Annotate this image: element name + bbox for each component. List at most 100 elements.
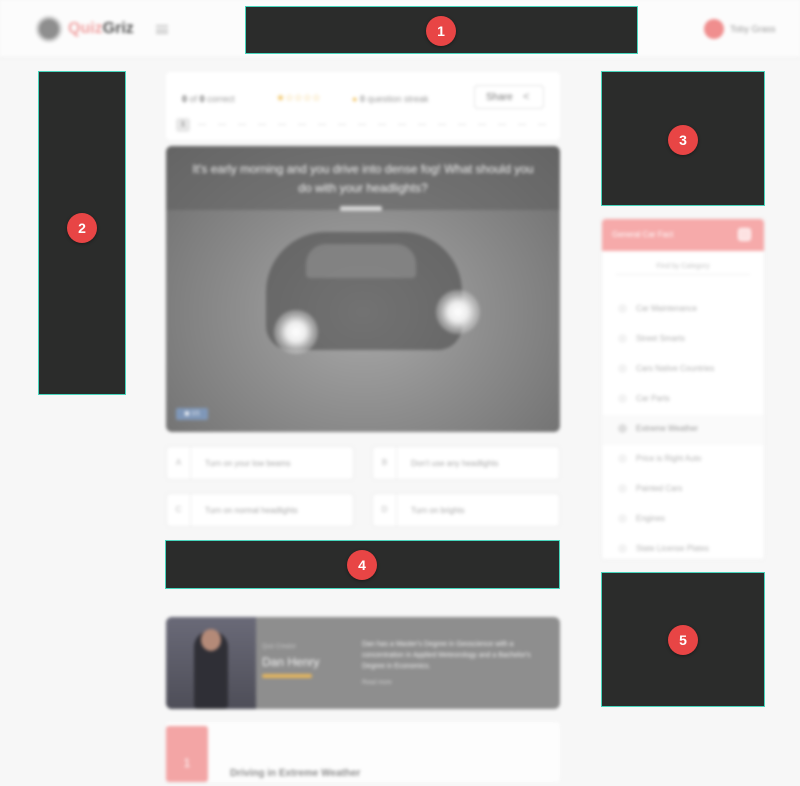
category-item[interactable]: Street Smarts — [602, 325, 764, 355]
progress-step — [238, 124, 246, 125]
article-badge: 1 — [166, 726, 208, 782]
progress-step — [518, 124, 526, 125]
score-text: 0 of 0 correct — [182, 94, 235, 104]
user-avatar[interactable] — [704, 19, 724, 39]
category-label: Engines — [636, 514, 665, 523]
progress-step — [258, 124, 266, 125]
category-label: Car Parts — [636, 394, 670, 403]
progress-step — [538, 124, 546, 125]
question-text: It's early morning and you drive into de… — [192, 162, 534, 195]
headlight-left — [274, 310, 318, 354]
user-name[interactable]: Toby Grass — [730, 24, 776, 34]
question-streak: ● 0 question streak — [352, 94, 429, 104]
score-total: 0 — [199, 94, 205, 104]
question-learn-more[interactable] — [340, 206, 382, 211]
score-of: of — [189, 94, 198, 104]
category-header: General Car Fact — [602, 219, 764, 251]
progress-step — [358, 124, 366, 125]
author-accent-bar — [262, 674, 312, 678]
category-label: Car Maintenance — [636, 304, 697, 313]
progress-step — [398, 124, 406, 125]
car-windshield — [306, 244, 416, 278]
category-label: Street Smarts — [636, 334, 685, 343]
share-icon: < — [523, 91, 530, 103]
progress-step — [198, 124, 206, 125]
answer-text: Turn on brights — [411, 506, 465, 515]
share-button[interactable]: Share < — [474, 85, 544, 109]
redaction-marker-3: 3 — [668, 125, 698, 155]
logo-wordmark[interactable]: QuizGriz — [68, 20, 134, 38]
category-label: Painted Cars — [636, 484, 683, 493]
progress-step — [378, 124, 386, 125]
author-role: Quiz Creator — [262, 644, 297, 650]
streak-count: 0 — [359, 94, 365, 104]
question-image-card: It's early morning and you drive into de… — [166, 146, 560, 432]
category-label: Extreme Weather — [636, 424, 699, 433]
category-item[interactable]: Price is Right Auto — [602, 445, 764, 475]
author-photo — [166, 617, 256, 709]
score-suffix: correct — [207, 94, 235, 104]
category-label: Cars Native Countries — [636, 364, 715, 373]
progress-step — [298, 124, 306, 125]
category-bullet-icon — [618, 424, 627, 433]
category-item[interactable]: Car Maintenance — [602, 295, 764, 325]
category-item[interactable]: Engines — [602, 505, 764, 535]
photo-credit-badge[interactable]: ▣ 1/1 — [176, 408, 208, 420]
category-bullet-icon — [618, 514, 627, 523]
answer-text: Turn on normal headlights — [205, 506, 298, 515]
category-panel: General Car Fact Find by Category Car Ma… — [601, 218, 765, 560]
category-label: State License Plates — [636, 544, 709, 553]
redaction-marker-2: 2 — [67, 213, 97, 243]
category-title: General Car Fact — [612, 230, 674, 239]
category-item[interactable]: State License Plates — [602, 535, 764, 565]
logo-text-primary: Quiz — [68, 20, 103, 37]
progress-step — [338, 124, 346, 125]
author-face — [201, 629, 221, 651]
question-progress: 1 — [176, 118, 552, 132]
redaction-marker-5: 5 — [668, 625, 698, 655]
star-rating: ★☆☆☆☆ — [276, 93, 321, 104]
answer-text: Turn on your low beams — [205, 459, 291, 468]
answer-option-c[interactable]: C Turn on normal headlights — [166, 493, 354, 527]
related-article-card[interactable]: 1 Driving in Extreme Weather — [166, 722, 560, 782]
streak-dot-icon: ● — [352, 94, 358, 104]
answer-option-d[interactable]: D Turn on brights — [372, 493, 560, 527]
progress-step — [458, 124, 466, 125]
category-bullet-icon — [618, 394, 627, 403]
category-item[interactable]: Car Parts — [602, 385, 764, 415]
author-card: Quiz Creator Dan Henry Dan has a Master'… — [166, 617, 560, 709]
answer-text: Don't use any headlights — [411, 459, 499, 468]
category-bullet-icon — [618, 304, 627, 313]
category-list: Car Maintenance Street Smarts Cars Nativ… — [602, 295, 764, 565]
share-label: Share — [486, 92, 513, 103]
category-bullet-icon — [618, 364, 627, 373]
category-bullet-icon — [618, 484, 627, 493]
streak-label: question streak — [367, 94, 429, 104]
answer-letter: D — [373, 494, 397, 526]
category-item[interactable]: Painted Cars — [602, 475, 764, 505]
author-read-more-link[interactable]: Read more — [362, 680, 392, 686]
progress-step — [418, 124, 426, 125]
progress-step — [278, 124, 286, 125]
progress-step — [438, 124, 446, 125]
progress-step — [478, 124, 486, 125]
article-title[interactable]: Driving in Extreme Weather — [230, 768, 360, 779]
logo-text-secondary: Griz — [102, 20, 134, 37]
category-search-input[interactable]: Find by Category — [616, 261, 750, 275]
hamburger-menu-icon[interactable] — [156, 25, 168, 34]
author-name[interactable]: Dan Henry — [262, 655, 319, 669]
category-item[interactable]: Cars Native Countries — [602, 355, 764, 385]
answer-option-b[interactable]: B Don't use any headlights — [372, 446, 560, 480]
category-item-active[interactable]: Extreme Weather — [602, 415, 764, 445]
answer-letter: A — [167, 447, 191, 479]
answer-option-a[interactable]: A Turn on your low beams — [166, 446, 354, 480]
author-bio: Dan has a Master's Degree in Geoscience … — [362, 641, 531, 670]
category-header-icon[interactable] — [738, 228, 751, 241]
quiz-status-card: 0 of 0 correct ★☆☆☆☆ ● 0 question streak… — [166, 72, 560, 140]
score-correct: 0 — [182, 94, 188, 104]
logo-icon[interactable] — [36, 16, 62, 42]
answer-letter: B — [373, 447, 397, 479]
progress-current-question[interactable]: 1 — [176, 118, 190, 132]
category-bullet-icon — [618, 544, 627, 553]
progress-step — [318, 124, 326, 125]
